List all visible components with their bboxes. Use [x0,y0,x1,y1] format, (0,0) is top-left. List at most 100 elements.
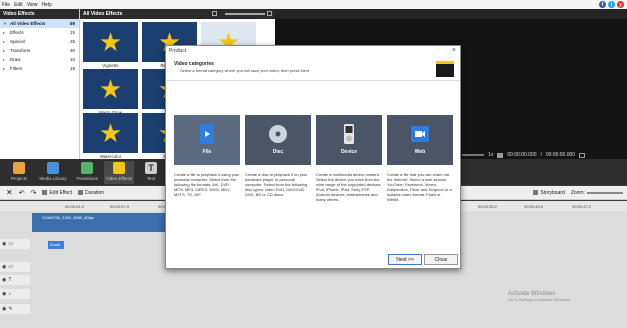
edit-effect-button[interactable]: Edit Effect [42,190,72,196]
category-label: Transform [10,48,31,53]
category-count: 30 [69,48,75,53]
storyboard-button[interactable]: Storyboard [533,189,565,196]
eye-icon[interactable]: ◉ [2,241,6,247]
toolbar-media-library[interactable]: Media Library [38,161,68,184]
zoom-slider[interactable] [587,191,623,194]
fullscreen-icon[interactable] [579,152,586,158]
category-card-disc[interactable]: Disc [245,115,311,165]
preview-header [275,9,627,19]
toolbar-label: Media Library [39,176,67,181]
storyboard-label: Storyboard [540,189,565,196]
effects-panel-title: Video Effects [0,9,79,19]
thumbnail-panel-title: All Video Effects [80,9,275,19]
menu-view[interactable]: View [27,2,38,8]
effect-block-zoom[interactable]: Zoom [48,241,64,249]
category-count: 19 [69,66,75,71]
redo-icon[interactable]: ↷ [31,189,37,197]
speed-value: 1x [488,152,494,158]
close-icon[interactable]: × [452,47,456,54]
category-all-video-effects[interactable]: ▼ All Video Effects 89 [0,19,79,28]
category-desc-file: Create a file to playback it using your … [174,172,240,197]
time-current: 00:00:00.000 [507,152,537,158]
effect-thumb-watercolor[interactable]: ★ Watercolor [83,113,138,161]
effect-thumb-label: Vignette [102,63,119,68]
duration-button[interactable]: Duration [78,190,104,196]
track-controls-overlay: ◉ ▭ [0,262,30,272]
category-desc-web: Create a file that you can share via the… [387,172,452,202]
large-view-icon[interactable] [267,11,272,16]
grid-view-icon[interactable] [212,11,217,16]
delete-icon[interactable]: ✕ [6,188,13,197]
text-track-icon: T [8,277,12,283]
text-icon: T [145,162,157,174]
undo-icon[interactable]: ↶ [19,189,25,197]
next-button[interactable]: Next >> [388,254,422,265]
video-track-icon: ▭ [8,241,14,247]
category-card-file[interactable]: File [174,115,240,165]
projects-icon [13,162,25,174]
category-card-label: Web [414,149,426,155]
menu-file[interactable]: File [2,2,10,8]
volume-icon[interactable]: ◉ [2,291,6,297]
menu-edit[interactable]: Edit [14,2,23,8]
toolbar-video-effects[interactable]: Video Effects [104,161,134,184]
dialog-heading: Video categories [174,61,214,67]
web-video-icon [411,126,429,142]
track-controls-text: ◉ T [0,275,30,285]
transitions-icon [81,162,93,174]
close-button[interactable]: Close [424,254,458,265]
chevron-down-icon: ▼ [3,21,7,26]
effects-category-panel: Video Effects ▼ All Video Effects 89 ▸ Effe… [0,9,80,159]
ruler-tick: 00:00:01.0 [65,204,84,209]
social-links: f t y [599,1,624,8]
category-desc-device: Create a multimedia device content. Sele… [316,172,382,202]
star-icon: ★ [83,22,138,62]
effect-thumb-warm-glow[interactable]: ★Warm Glow [83,69,138,117]
effect-block-label: Zoom [50,242,61,247]
chevron-right-icon: ▸ [3,66,6,71]
volume-icon[interactable] [497,152,504,158]
star-icon: ★ [83,113,138,153]
toolbar-label: Projects [10,176,28,181]
zoom-control: Zoom: [571,190,627,196]
menu-help[interactable]: Help [41,2,51,8]
watermark-subtitle: Go to Settings to activate Windows. [508,297,572,302]
youtube-icon[interactable]: y [617,1,624,8]
media-library-icon [47,162,59,174]
category-draw[interactable]: ▸ Draw 10 [0,55,79,64]
facebook-icon[interactable]: f [599,1,606,8]
category-label: Effects [10,30,24,35]
volume-icon[interactable]: ◉ [2,306,6,312]
clock-icon [78,190,84,195]
toolbar-projects[interactable]: Projects [4,161,34,184]
microphone-icon: ✎ [8,306,13,312]
eye-icon[interactable]: ◉ [2,277,6,283]
track-controls-video: ◉ ▭ [0,239,30,249]
category-card-web[interactable]: Web [387,115,453,165]
category-desc-disc: Create a disc to playback it on your har… [245,172,308,197]
speed-slider[interactable] [462,154,484,156]
chevron-right-icon: ▸ [3,48,6,53]
disc-icon [269,125,287,143]
clapperboard-icon [436,61,454,77]
toolbar-text[interactable]: T Text [136,161,166,184]
thumbnail-size-slider[interactable] [225,13,265,15]
eye-icon[interactable]: ◉ [2,264,6,270]
twitter-icon[interactable]: t [608,1,615,8]
track-controls-voice: ◉ ✎ [0,304,30,314]
category-transform[interactable]: ▸ Transform 30 [0,46,79,55]
category-filters[interactable]: ▸ Filters 19 [0,64,79,73]
star-icon: ★ [83,69,138,109]
category-label: Filters [10,66,23,71]
effect-thumb-vignette[interactable]: ★ Vignette [83,22,138,70]
category-special[interactable]: ▸ Special 25 [0,37,79,46]
toolbar-transitions[interactable]: Transitions [72,161,102,184]
file-icon [200,124,214,144]
category-card-device[interactable]: Device [316,115,382,165]
category-card-label: Device [340,149,358,155]
video-clip[interactable]: 21060756_2160_3880_60fps [32,213,182,232]
overlay-track-icon: ▭ [8,264,14,270]
dialog-header: Video categories Select a format categor… [166,57,460,81]
category-count: 15 [69,30,75,35]
category-effects[interactable]: ▸ Effects 15 [0,28,79,37]
